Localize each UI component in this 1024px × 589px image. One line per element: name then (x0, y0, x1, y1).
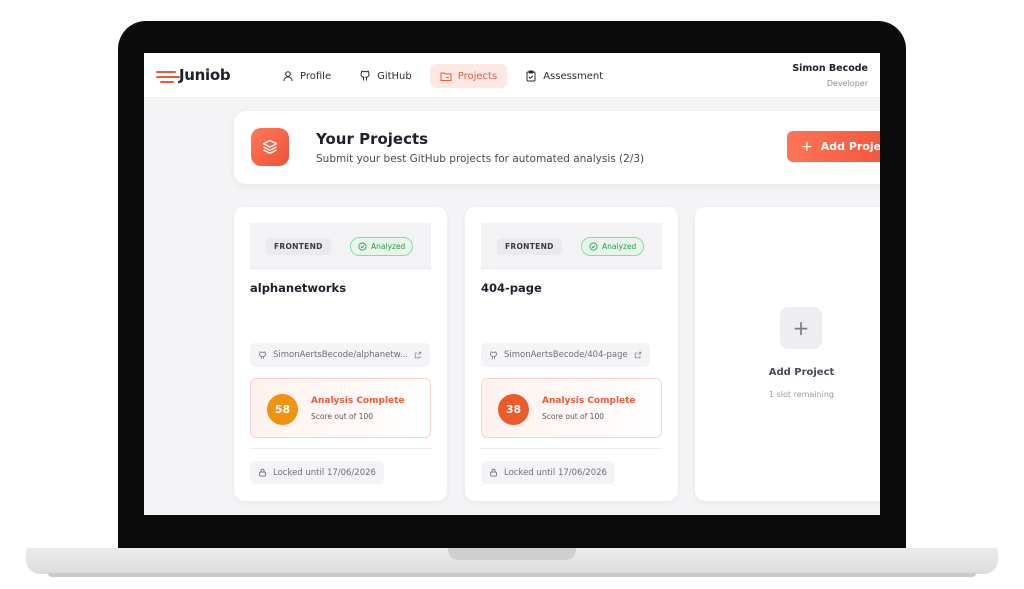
github-icon (360, 70, 370, 81)
lock-status: Locked until 17/06/2026 (250, 461, 384, 484)
logo-text: Juniob (179, 66, 231, 84)
divider (250, 448, 431, 449)
nav-label: GitHub (377, 70, 412, 82)
status-label: Analyzed (602, 242, 637, 251)
top-header: Juniob Profile GitHub Projects Assessmen… (144, 53, 880, 98)
github-icon (259, 351, 266, 359)
plus-icon: + (801, 138, 813, 155)
nav-item-github[interactable]: GitHub (349, 64, 422, 88)
nav-item-projects[interactable]: Projects (429, 64, 508, 88)
card-header: FRONTEND Analyzed (250, 223, 431, 269)
nav-label: Assessment (543, 70, 604, 82)
nav-item-assessment[interactable]: Assessment (515, 64, 613, 88)
repo-name: SimonAertsBecode/alphanetw... (273, 350, 408, 360)
projects-banner: Your Projects Submit your best GitHub pr… (234, 111, 880, 184)
score-badge: 58 (267, 394, 298, 425)
category-badge: FRONTEND (266, 238, 331, 255)
user-name: Simon Becode (792, 63, 868, 74)
user-role: Developer (826, 79, 868, 88)
status-label: Analyzed (371, 242, 406, 251)
external-link-icon (634, 351, 641, 359)
layers-icon (251, 128, 289, 166)
card-header: FRONTEND Analyzed (481, 223, 662, 269)
page-subtitle: Submit your best GitHub projects for aut… (316, 153, 645, 165)
add-card-title: Add Project (768, 367, 835, 378)
result-subtitle: Score out of 100 (542, 412, 604, 421)
lock-status: Locked until 17/06/2026 (481, 461, 615, 484)
repo-link[interactable]: SimonAertsBecode/alphanetw... (250, 343, 430, 367)
user-menu[interactable]: Simon Becode Developer (792, 63, 868, 88)
external-link-icon (414, 351, 422, 359)
category-badge: FRONTEND (497, 238, 562, 255)
repo-link[interactable]: SimonAertsBecode/404-page (481, 343, 650, 367)
project-name: alphanetworks (250, 281, 347, 295)
analysis-result: 58 Analysis Complete Score out of 100 (250, 378, 431, 438)
add-project-button[interactable]: + Add Project (787, 131, 880, 162)
nav-item-profile[interactable]: Profile (272, 64, 341, 88)
check-circle-icon (589, 242, 598, 251)
nav-label: Projects (457, 70, 498, 82)
repo-name: SimonAertsBecode/404-page (504, 350, 628, 360)
slots-remaining: 1 slot remaining (769, 390, 834, 399)
result-title: Analysis Complete (542, 396, 636, 406)
lock-icon (490, 468, 497, 477)
project-card[interactable]: FRONTEND Analyzed 404-page SimonAertsBec… (465, 207, 678, 501)
add-project-card[interactable]: + Add Project 1 slot remaining (695, 207, 880, 501)
score-badge: 38 (498, 394, 529, 425)
analysis-result: 38 Analysis Complete Score out of 100 (481, 378, 662, 438)
github-icon (490, 351, 497, 359)
lock-label: Locked until 17/06/2026 (504, 467, 607, 478)
check-circle-icon (358, 242, 367, 251)
result-subtitle: Score out of 100 (311, 412, 373, 421)
nav-label: Profile (300, 70, 332, 82)
logo[interactable]: Juniob (156, 65, 236, 87)
user-icon (283, 71, 293, 82)
status-badge: Analyzed (350, 237, 414, 256)
project-card[interactable]: FRONTEND Analyzed alphanetworks SimonAer… (234, 207, 447, 501)
divider (481, 448, 662, 449)
laptop-shadow (48, 573, 976, 577)
projects-icon (440, 72, 452, 81)
status-badge: Analyzed (581, 237, 645, 256)
laptop-notch (448, 548, 576, 560)
lock-label: Locked until 17/06/2026 (273, 467, 376, 478)
plus-icon: + (780, 307, 822, 349)
main-nav: Profile GitHub Projects Assessment (272, 64, 613, 88)
result-title: Analysis Complete (311, 396, 405, 406)
clipboard-icon (526, 70, 536, 82)
project-name: 404-page (481, 281, 542, 295)
lock-icon (259, 468, 266, 477)
app-screen: Juniob Profile GitHub Projects Assessmen… (144, 53, 880, 515)
page-title: Your Projects (316, 130, 429, 148)
add-project-label: Add Project (820, 140, 880, 153)
